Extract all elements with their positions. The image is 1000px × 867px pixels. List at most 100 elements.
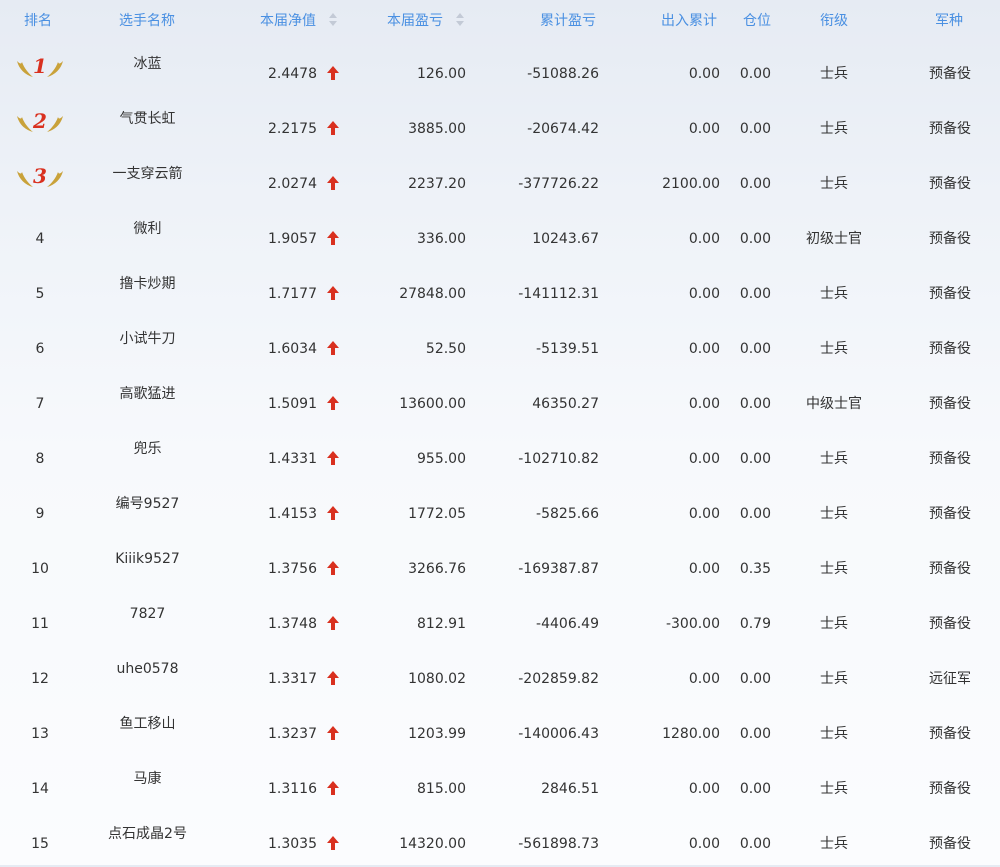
position-ratio: 0.00 [739,231,771,247]
cumulative-profit: -5139.51 [536,341,599,357]
cumulative-profit: -202859.82 [518,671,599,687]
player-name[interactable]: 撸卡炒期 [90,275,205,293]
inout-total: 0.00 [688,286,720,302]
sort-profit-icon[interactable] [456,13,464,27]
player-name[interactable]: 微利 [90,220,205,238]
player-name[interactable]: 兜乐 [90,440,205,458]
up-arrow-icon [327,506,339,520]
cumulative-profit: -169387.87 [518,561,599,577]
rank-number: 10 [31,561,49,577]
up-arrow-icon [327,671,339,685]
grade: 士兵 [820,451,848,467]
rank-number: 1 [33,54,47,78]
player-name[interactable]: 马康 [90,770,205,788]
arm-branch: 预备役 [929,726,971,742]
player-name[interactable]: 气贯长虹 [90,110,205,128]
session-profit: 812.91 [417,616,466,632]
grade: 士兵 [820,121,848,137]
net-value: 1.4331 [268,451,317,467]
up-arrow-icon [327,561,339,575]
inout-total: -300.00 [665,616,720,632]
session-profit: 3885.00 [408,121,466,137]
player-name[interactable]: 点石成晶2号 [90,825,205,843]
player-name[interactable]: 一支穿云箭 [90,165,205,183]
position-ratio: 0.00 [739,121,771,137]
rank-number: 2 [33,109,47,133]
table-row: 12 uhe0578 1.3317 1080.02 -202859.82 0.00 0.00… [0,647,1000,702]
position-ratio: 0.00 [739,396,771,412]
player-name[interactable]: 编号9527 [90,495,205,513]
session-profit: 336.00 [417,231,466,247]
cumulative-profit: -141112.31 [518,286,599,302]
player-name[interactable]: 小试牛刀 [90,330,205,348]
position-ratio: 0.00 [739,176,771,192]
grade: 初级士官 [806,231,862,247]
rank-number: 3 [33,164,47,188]
rank-number: 15 [31,836,49,852]
arm-branch: 预备役 [929,341,971,357]
cumulative-profit: -102710.82 [518,451,599,467]
player-name[interactable]: uhe0578 [90,660,205,678]
up-arrow-icon [327,726,339,740]
arm-branch: 预备役 [929,286,971,302]
grade: 中级士官 [806,396,862,412]
player-name[interactable]: 冰蓝 [90,55,205,73]
header-grade: 衔级 [820,13,848,29]
net-value: 1.3317 [268,671,317,687]
header-net-value[interactable]: 本届净值 [260,12,316,30]
table-row: 10 Kiiik9527 1.3756 3266.76 -169387.87 0.00 0.… [0,537,1000,592]
inout-total: 0.00 [688,396,720,412]
session-profit: 2237.20 [408,176,466,192]
rank-medal-icon: 1 [14,54,66,80]
position-ratio: 0.35 [739,561,771,577]
up-arrow-icon [327,341,339,355]
up-arrow-icon [327,396,339,410]
grade: 士兵 [820,176,848,192]
cumulative-profit: 46350.27 [532,396,599,412]
table-row: 13 鱼工移山 1.3237 1203.99 -140006.43 1280.00 0.00… [0,702,1000,757]
inout-total: 0.00 [688,341,720,357]
cumulative-profit: -5825.66 [536,506,599,522]
grade: 士兵 [820,671,848,687]
up-arrow-icon [327,451,339,465]
header-name: 选手名称 [119,13,175,29]
net-value: 1.3756 [268,561,317,577]
position-ratio: 0.00 [739,836,771,852]
cumulative-profit: -4406.49 [536,616,599,632]
up-arrow-icon [327,781,339,795]
header-profit[interactable]: 本届盈亏 [387,12,443,30]
up-arrow-icon [327,231,339,245]
rank-number: 12 [31,671,49,687]
grade: 士兵 [820,286,848,302]
player-name[interactable]: Kiiik9527 [90,550,205,568]
inout-total: 0.00 [688,451,720,467]
header-position: 仓位 [743,13,771,29]
cumulative-profit: -377726.22 [518,176,599,192]
grade: 士兵 [820,341,848,357]
table-row: 2 气贯长虹 2.2175 3885.00 -20674.42 0.00 0.00 士兵 预备役 [0,97,1000,152]
inout-total: 0.00 [688,671,720,687]
grade: 士兵 [820,726,848,742]
session-profit: 955.00 [417,451,466,467]
player-name[interactable]: 高歌猛进 [90,385,205,403]
session-profit: 1080.02 [408,671,466,687]
net-value: 2.2175 [268,121,317,137]
net-value: 1.3237 [268,726,317,742]
inout-total: 0.00 [688,231,720,247]
up-arrow-icon [327,616,339,630]
player-name[interactable]: 鱼工移山 [90,715,205,733]
table-row: 4 微利 1.9057 336.00 10243.67 0.00 0.00 初级士官 预备役 [0,207,1000,262]
rank-number: 9 [35,506,45,522]
player-name[interactable]: 7827 [90,605,205,623]
sort-net-value-icon[interactable] [329,13,337,27]
grade: 士兵 [820,506,848,522]
cumulative-profit: -20674.42 [527,121,599,137]
table-row: 14 马康 1.3116 815.00 2846.51 0.00 0.00 士兵 预备役 [0,757,1000,812]
rank-number: 14 [31,781,49,797]
up-arrow-icon [327,66,339,80]
cumulative-profit: 10243.67 [532,231,599,247]
arm-branch: 预备役 [929,231,971,247]
net-value: 1.3116 [268,781,317,797]
arm-branch: 预备役 [929,506,971,522]
arm-branch: 预备役 [929,176,971,192]
